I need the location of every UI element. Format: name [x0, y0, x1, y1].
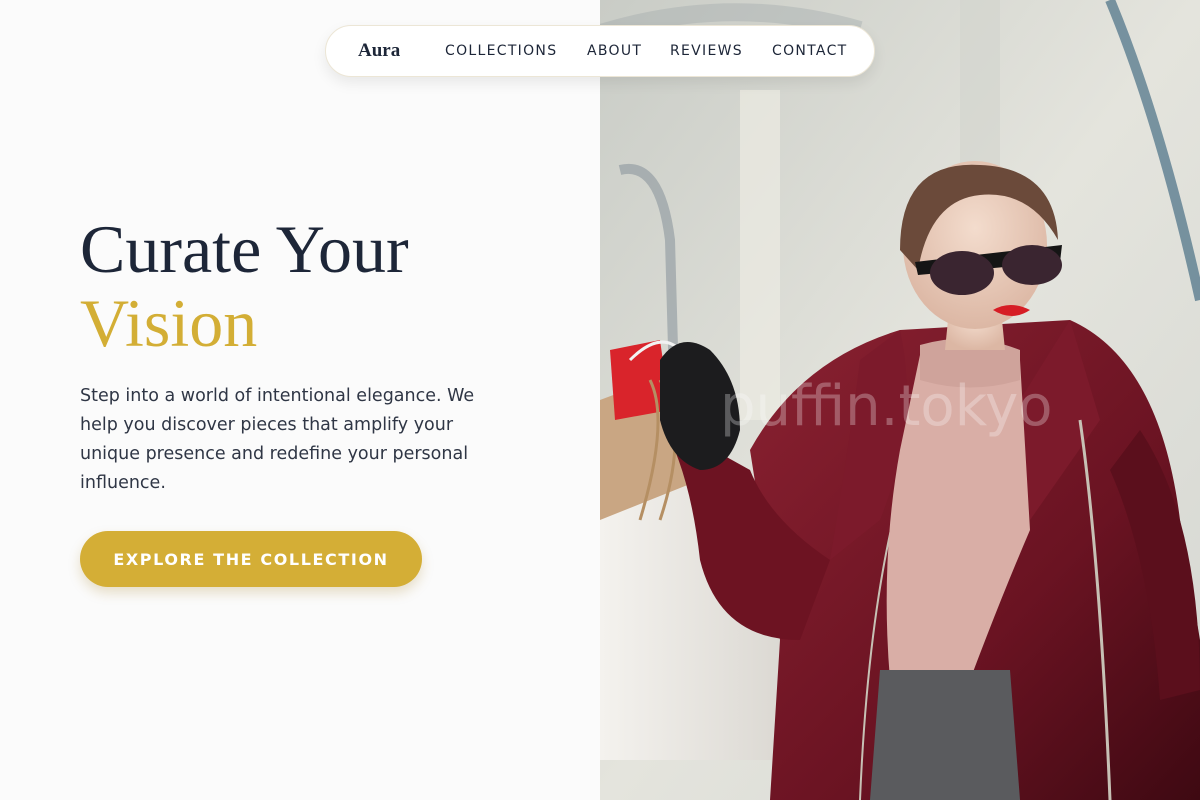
brand-logo[interactable]: Aura — [358, 40, 400, 62]
nav-about-link[interactable]: ABOUT — [587, 43, 642, 59]
headline-line-2: Vision — [80, 285, 258, 361]
hero-description: Step into a world of intentional eleganc… — [80, 386, 475, 493]
explore-collection-button[interactable]: EXPLORE THE COLLECTION — [80, 531, 422, 587]
watermark-text: puffin.tokyo — [720, 374, 1053, 439]
nav-reviews-link[interactable]: REVIEWS — [670, 43, 743, 59]
headline-line-1: Curate Your — [80, 211, 409, 287]
nav-collections-link[interactable]: COLLECTIONS — [445, 43, 557, 59]
hero-headline: Curate Your Vision — [80, 212, 409, 360]
hero-photo: puffin.tokyo — [600, 0, 1200, 800]
nav-contact-link[interactable]: CONTACT — [772, 43, 848, 59]
top-navbar: Aura COLLECTIONS ABOUT REVIEWS CONTACT — [325, 25, 875, 77]
